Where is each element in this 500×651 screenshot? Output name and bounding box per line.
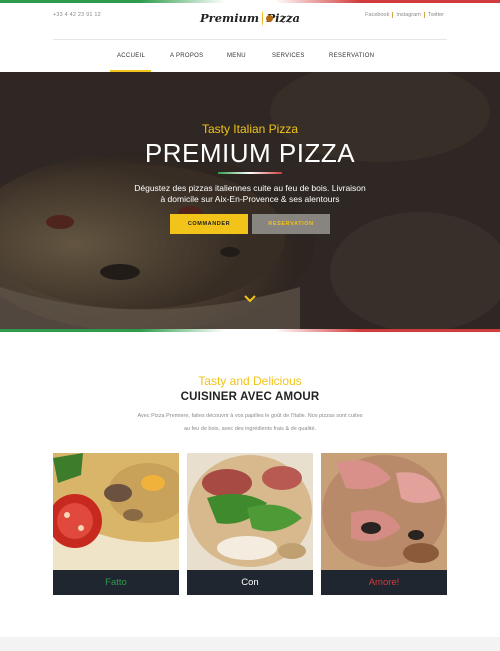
- about-text-line-2: au feu de bois, avec des ingrédients fra…: [183, 426, 317, 432]
- facebook-link[interactable]: Facebook: [362, 12, 392, 18]
- hero-description-line-2: à domicile sur Aix-En-Provence & ses ale…: [160, 194, 340, 204]
- about-text: Avec Pizza Premiere, faites découvrir à …: [110, 410, 390, 436]
- hero-description-line-1: Dégustez des pizzas italiennes cuite au …: [134, 183, 366, 193]
- site-logo[interactable]: Premium Pizza: [200, 8, 300, 28]
- about-text-line-1: Avec Pizza Premiere, faites découvrir à …: [137, 413, 363, 419]
- nav-item-menu[interactable]: MENU: [227, 53, 246, 59]
- hero-subtitle: Tasty Italian Pizza: [201, 122, 299, 136]
- flag-stripe-top: [0, 0, 500, 3]
- pizza-image-tomato: [53, 453, 179, 570]
- pizza-card-amore[interactable]: Amore!: [321, 453, 447, 595]
- pizza-image-rucola: [187, 453, 313, 570]
- about-title: CUISINER AVEC AMOUR: [180, 391, 320, 403]
- logo-word-left: Premium: [200, 11, 260, 25]
- social-links: Facebook Instagram Twitter: [362, 12, 447, 18]
- main-nav: ACCUEIL A PROPOS MENU SERVICES RESERVATI…: [53, 40, 447, 72]
- hero-banner: Tasty Italian Pizza PREMIUM PIZZA Dégust…: [0, 72, 500, 329]
- twitter-link[interactable]: Twitter: [423, 12, 447, 18]
- pizza-card-con[interactable]: Con: [187, 453, 313, 595]
- nav-item-services[interactable]: SERVICES: [272, 53, 305, 59]
- card-label: Amore!: [368, 577, 400, 588]
- reservation-button[interactable]: RESERVATION: [252, 214, 330, 234]
- footer-strip: [0, 637, 500, 651]
- instagram-link[interactable]: Instagram: [392, 12, 423, 18]
- hero-divider: [218, 172, 282, 174]
- order-button[interactable]: COMMANDER: [170, 214, 248, 234]
- card-label: Con: [241, 577, 259, 588]
- nav-item-a-propos[interactable]: A PROPOS: [170, 53, 203, 59]
- nav-item-accueil[interactable]: ACCUEIL: [117, 53, 145, 59]
- pizza-card-fatto[interactable]: Fatto: [53, 453, 179, 595]
- phone-number: +33 4 42 23 91 12: [53, 12, 101, 18]
- hero-title: PREMIUM PIZZA: [144, 138, 356, 168]
- hero-description: Dégustez des pizzas italiennes cuite au …: [0, 183, 500, 205]
- pizza-image-ham: [321, 453, 447, 570]
- card-label: Fatto: [105, 577, 127, 588]
- pizza-icon: [262, 10, 278, 26]
- flag-stripe-bottom: [0, 329, 500, 332]
- nav-item-reservation[interactable]: RESERVATION: [329, 53, 374, 59]
- about-subtitle: Tasty and Delicious: [198, 374, 302, 388]
- chevron-down-icon[interactable]: [244, 294, 256, 304]
